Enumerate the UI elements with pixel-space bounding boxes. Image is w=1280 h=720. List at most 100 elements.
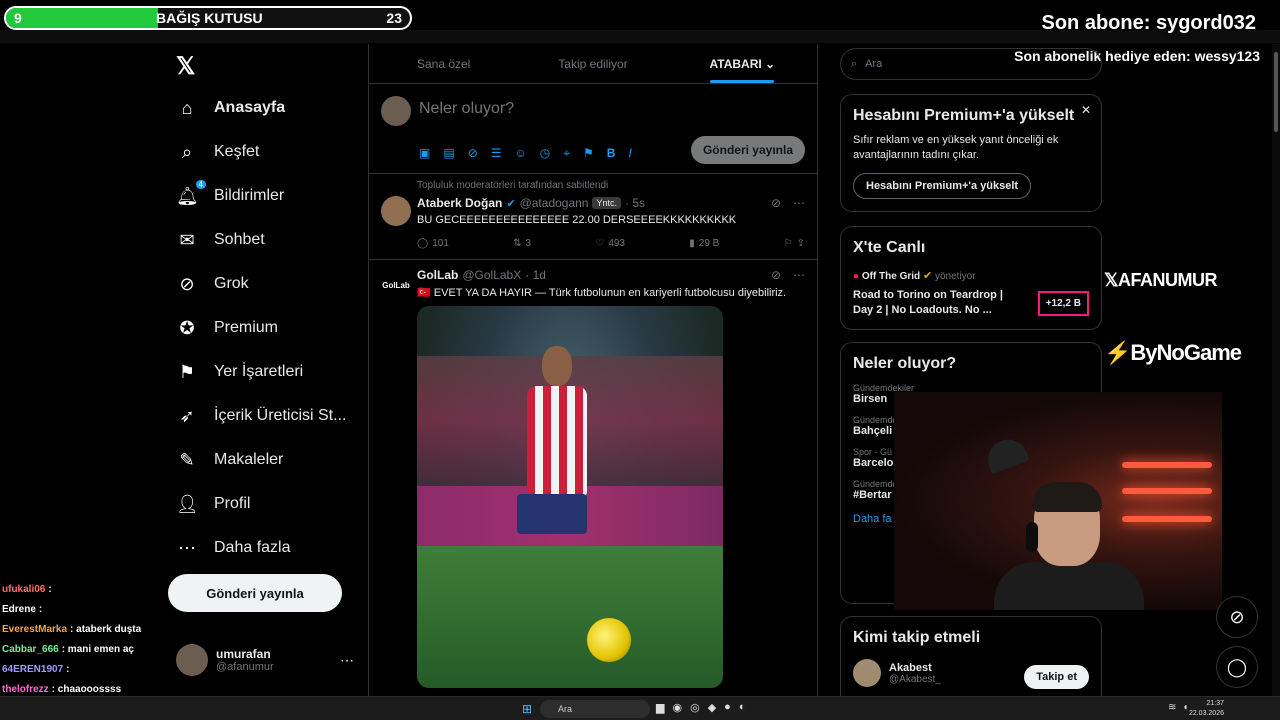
donation-value: 23 bbox=[386, 10, 402, 26]
webcam-lamp bbox=[982, 434, 1030, 474]
network-icon[interactable]: ≋ bbox=[1168, 702, 1176, 713]
nav-item-more[interactable]: ⋯ Daha fazla bbox=[176, 528, 291, 568]
repost-button[interactable]: ⇅ 3 bbox=[513, 238, 531, 249]
app-icon[interactable]: ◆ bbox=[708, 701, 716, 714]
poll-icon[interactable]: ☰ bbox=[491, 146, 502, 161]
taskbar-search[interactable]: Ara bbox=[540, 700, 650, 718]
follow-button[interactable]: Takip et bbox=[1024, 665, 1089, 689]
more-icon[interactable]: ⋯ bbox=[793, 196, 805, 210]
views-button[interactable]: ▮ 29 B bbox=[689, 238, 719, 249]
tweet[interactable]: Topluluk moderatörleri tarafından sabitl… bbox=[369, 174, 817, 260]
compose-input[interactable] bbox=[419, 100, 779, 118]
brand-bynogame: ⚡ByNoGame bbox=[1104, 340, 1242, 366]
flag-icon[interactable]: ⚑ bbox=[583, 146, 594, 161]
post-button[interactable]: Gönderi yayınla bbox=[168, 574, 342, 612]
nav-item-bookmarks[interactable]: ⚑ Yer İşaretleri bbox=[176, 352, 303, 392]
discord-icon[interactable]: ● bbox=[724, 701, 731, 714]
chat-message: ufukali06: bbox=[2, 580, 172, 600]
reply-button[interactable]: ◯ 101 bbox=[417, 238, 449, 249]
nav-label: Sohbet bbox=[214, 231, 265, 248]
chat-message: 64EREN1907: bbox=[2, 660, 172, 680]
emoji-icon[interactable]: ☺ bbox=[515, 146, 527, 161]
last-subscriber: Son abone: sygord032 bbox=[1041, 12, 1257, 34]
like-button[interactable]: ♡ 493 bbox=[595, 238, 625, 249]
nav-label: Makaleler bbox=[214, 451, 284, 468]
avatar[interactable] bbox=[381, 196, 411, 226]
browser-icon[interactable]: ◉ bbox=[672, 701, 682, 714]
taskbar-clock[interactable]: 21:37 22.03.2026 bbox=[1189, 699, 1224, 719]
bookmark-button[interactable]: ⚐ ⇪ bbox=[784, 238, 805, 249]
nav-item-home[interactable]: ⌂ Anasayfa bbox=[176, 88, 286, 128]
account-more-icon[interactable]: ⋯ bbox=[340, 652, 354, 669]
tweet-author[interactable]: Ataberk Doğan bbox=[417, 196, 502, 210]
avatar[interactable]: GolLab bbox=[381, 270, 411, 300]
account-switcher[interactable]: umurafan @afanumur bbox=[176, 644, 274, 676]
folder-icon[interactable]: ▆ bbox=[656, 701, 664, 714]
tweet-author[interactable]: GolLab bbox=[417, 268, 458, 282]
webcam-light bbox=[1122, 462, 1212, 468]
chat-text: : ataberk duşta bbox=[70, 624, 142, 635]
messages-fab-icon[interactable]: ◯ bbox=[1216, 646, 1258, 688]
tab-following[interactable]: Takip ediliyor bbox=[518, 44, 667, 83]
schedule-icon[interactable]: ◷ bbox=[540, 146, 550, 161]
nav-item-grok[interactable]: ⊘ Grok bbox=[176, 264, 249, 304]
nav-item-premium[interactable]: ✪ Premium bbox=[176, 308, 278, 348]
image-player-shirt bbox=[527, 386, 587, 496]
compose-post-button[interactable]: Gönderi yayınla bbox=[690, 136, 805, 164]
x-logo-icon[interactable]: 𝕏 bbox=[176, 52, 195, 81]
scrollbar[interactable] bbox=[1272, 44, 1280, 696]
account-handle: @afanumur bbox=[216, 661, 274, 673]
premium-upgrade-button[interactable]: Hesabını Premium+'a yükselt bbox=[853, 173, 1032, 199]
repost-count: 3 bbox=[525, 238, 532, 249]
tweet-image[interactable] bbox=[417, 306, 723, 688]
steam-icon[interactable]: ◎ bbox=[690, 701, 700, 714]
nav-item-explore[interactable]: ⌕ Keşfet bbox=[176, 132, 259, 172]
brand-text: AFANUMUR bbox=[1118, 270, 1218, 290]
nav-label: Profil bbox=[214, 495, 251, 512]
chat-message: Cabbar_666: mani emen aç bbox=[2, 640, 172, 660]
more-icon[interactable]: ⋯ bbox=[793, 268, 805, 282]
live-stream-title[interactable]: Road to Torino on Teardrop | Day 2 | No … bbox=[853, 288, 1013, 318]
tab-community[interactable]: ATABARI ⌄ bbox=[668, 44, 817, 83]
nav-item-notifications[interactable]: 🔔︎ 4 Bildirimler bbox=[176, 176, 284, 216]
scroll-thumb[interactable] bbox=[1274, 52, 1278, 132]
gif-icon[interactable]: ▤ bbox=[443, 146, 454, 161]
verified-icon: ✔ bbox=[922, 270, 933, 282]
obs-icon[interactable]: ◐ bbox=[739, 701, 746, 714]
live-listener-count[interactable]: +12,2 B bbox=[1037, 291, 1089, 316]
donation-title: BAĞIŞ KUTUSU bbox=[156, 10, 263, 26]
grok-icon[interactable]: ⊘ bbox=[468, 146, 478, 161]
image-ball bbox=[587, 618, 631, 662]
nav-label: Keşfet bbox=[214, 143, 260, 160]
premium-text: Sıfır reklam ve en yüksek yanıt önceliği… bbox=[853, 134, 1059, 161]
search-input[interactable]: ⌕ Ara bbox=[840, 48, 1102, 80]
nav-item-profile[interactable]: 👤︎ Profil bbox=[176, 484, 250, 524]
live-title: X'te Canlı bbox=[853, 239, 926, 256]
grok-fab-icon[interactable]: ⊘ bbox=[1216, 596, 1258, 638]
italic-icon[interactable]: I bbox=[628, 146, 631, 161]
grok-icon[interactable]: ⊘ bbox=[771, 196, 781, 210]
volume-icon[interactable]: ◖ bbox=[1182, 702, 1188, 713]
nav-item-articles[interactable]: ✎ Makaleler bbox=[176, 440, 283, 480]
tweet-time: · 1d bbox=[525, 268, 546, 282]
tweet-menu: ⊘ ⋯ bbox=[771, 268, 805, 282]
image-player-head bbox=[542, 346, 572, 386]
bookmark-icon: ⚐ bbox=[783, 238, 793, 249]
nav-label: Grok bbox=[214, 275, 249, 292]
windows-start-icon[interactable]: ⊞ bbox=[522, 702, 532, 716]
more-icon: ⋯ bbox=[178, 537, 196, 558]
tweet[interactable]: GolLab GolLab @GolLabX · 1d ⊘ ⋯ 🇹🇷 EVET … bbox=[369, 260, 817, 700]
sidebar-nav: 𝕏 ⌂ Anasayfa ⌕ Keşfet 🔔︎ 4 Bildirimler ✉ … bbox=[168, 44, 368, 696]
nav-item-creator-studio[interactable]: ➶ İçerik Üreticisi St... bbox=[176, 396, 346, 436]
like-count: 493 bbox=[608, 238, 625, 249]
nav-item-chat[interactable]: ✉ Sohbet bbox=[176, 220, 265, 260]
live-channel[interactable]: Off The Grid bbox=[862, 271, 920, 282]
image-icon[interactable]: ▣ bbox=[419, 146, 430, 161]
live-icon: ● bbox=[853, 271, 860, 282]
grok-icon[interactable]: ⊘ bbox=[771, 268, 781, 282]
tab-for-you[interactable]: Sana özel bbox=[369, 44, 518, 83]
bold-icon[interactable]: B bbox=[607, 146, 616, 161]
share-icon[interactable]: ⇪ bbox=[797, 238, 805, 249]
location-icon[interactable]: ⌖ bbox=[563, 146, 570, 161]
close-icon[interactable]: ✕ bbox=[1081, 103, 1091, 117]
